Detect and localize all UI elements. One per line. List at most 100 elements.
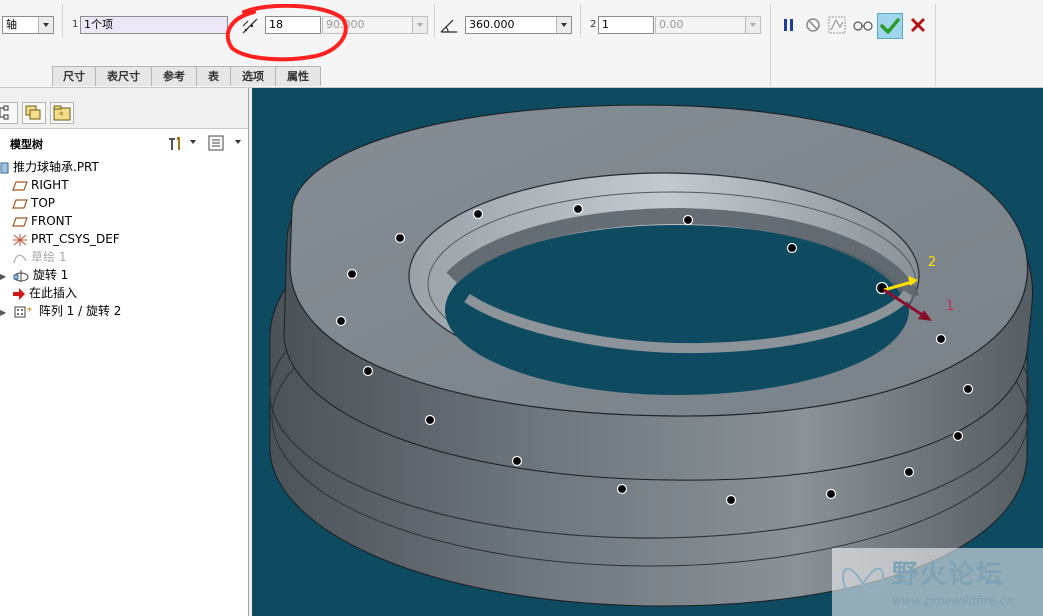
tree-item-right[interactable]: RIGHT: [12, 176, 69, 194]
bearing-model: 2 1: [269, 104, 1033, 607]
close-icon: [910, 17, 926, 33]
part-icon: [0, 162, 9, 173]
expand-arrow-icon[interactable]: ▶: [0, 304, 8, 322]
chevron-down-icon[interactable]: [38, 17, 53, 33]
pattern-dashboard: 轴 1 1个项 18 90.000 360.000 2 1 0.00 尺寸 表尺…: [0, 0, 1043, 88]
svg-text:*: *: [27, 306, 32, 317]
watermark-url: www.proewildfire.cn: [892, 594, 1014, 608]
navigator-panel: * 模型树 推力球轴承.PRT RIGHT TOP FRONT PRT_CSYS…: [0, 88, 249, 616]
pause-icon: [784, 19, 793, 31]
chevron-down-icon[interactable]: [556, 17, 571, 33]
separator: [62, 4, 63, 38]
chevron-down-icon[interactable]: [412, 17, 427, 33]
folder-browser-tab[interactable]: [22, 102, 46, 124]
tree-item-top[interactable]: TOP: [12, 194, 55, 212]
glasses-icon: [853, 21, 873, 31]
chevron-down-icon[interactable]: [235, 140, 241, 144]
tree-item-label: 旋转 1: [32, 268, 69, 282]
geometry-preview-icon: [828, 16, 846, 34]
cancel-button[interactable]: [908, 15, 928, 35]
pattern-point[interactable]: [952, 430, 964, 442]
tab-properties[interactable]: 属性: [275, 66, 321, 86]
direction-1-label: 1: [946, 299, 954, 314]
datum-plane-icon: [12, 180, 28, 191]
tree-item-insert-here[interactable]: 在此插入: [12, 284, 77, 302]
pattern-type-value: 轴: [6, 18, 17, 31]
checkmark-icon: [880, 18, 900, 34]
geometry-preview-button[interactable]: [827, 15, 847, 35]
datum-plane-icon: [12, 216, 28, 227]
pattern-point[interactable]: [394, 232, 406, 244]
verify-preview-button[interactable]: [851, 15, 875, 35]
pattern-icon: *: [14, 306, 32, 317]
second-direction-spacing-select[interactable]: 0.00: [655, 16, 761, 34]
tree-item-label: PRT_CSYS_DEF: [31, 232, 120, 246]
pattern-point[interactable]: [825, 488, 837, 500]
pattern-point[interactable]: [682, 214, 694, 226]
tree-icon: [0, 105, 9, 120]
pattern-point[interactable]: [935, 333, 947, 345]
watermark-title: 野火论坛: [892, 560, 1005, 590]
tree-item-part[interactable]: 推力球轴承.PRT: [0, 158, 99, 176]
pattern-point[interactable]: [725, 494, 737, 506]
pattern-point[interactable]: [472, 208, 484, 220]
tree-item-label: 草绘 1: [31, 250, 67, 264]
angle-extent-icon: [438, 16, 460, 36]
red-highlight-circle: [225, 4, 348, 62]
no-preview-button[interactable]: [803, 15, 823, 35]
pattern-point[interactable]: [335, 315, 347, 327]
tree-item-label: TOP: [31, 196, 56, 210]
expand-arrow-icon[interactable]: ▶: [0, 268, 8, 286]
show-options-button[interactable]: [207, 134, 225, 152]
axis-reference-collector[interactable]: 1个项: [80, 16, 228, 34]
navigator-tabs: *: [0, 88, 248, 129]
pattern-point[interactable]: [362, 365, 374, 377]
dashboard-tabs: 尺寸 表尺寸 参考 表 选项 属性: [52, 66, 321, 86]
tree-item-label: 推力球轴承.PRT: [13, 160, 99, 174]
tree-item-label: 在此插入: [29, 286, 78, 300]
upper-washer: [283, 104, 1033, 481]
sketch-icon: [13, 254, 27, 263]
tab-references[interactable]: 参考: [151, 66, 197, 86]
pattern-type-select[interactable]: 轴: [2, 16, 54, 34]
tree-item-sketch[interactable]: 草绘 1: [12, 248, 66, 266]
insert-here-arrow-icon: [13, 287, 25, 300]
separator: [935, 4, 936, 86]
tree-item-pattern[interactable]: ▶ * 阵列 1 / 旋转 2: [0, 302, 121, 320]
tree-item-revolve-1[interactable]: ▶ 旋转 1: [0, 266, 68, 284]
favorites-folder-icon: *: [53, 105, 71, 121]
direction-2-label: 2: [928, 255, 936, 270]
model-tree-tab[interactable]: [0, 102, 18, 124]
favorites-tab[interactable]: *: [50, 102, 74, 124]
pattern-point[interactable]: [616, 483, 628, 495]
angle-extent-select[interactable]: 360.000: [465, 16, 572, 34]
pattern-point[interactable]: [962, 383, 974, 395]
ok-button[interactable]: [877, 13, 903, 39]
chevron-down-icon[interactable]: [745, 17, 760, 33]
pause-button[interactable]: [779, 15, 799, 35]
tab-table[interactable]: 表: [196, 66, 231, 86]
tab-options[interactable]: 选项: [230, 66, 276, 86]
tree-item-csys[interactable]: PRT_CSYS_DEF: [12, 230, 120, 248]
butterfly-logo-icon: [842, 568, 884, 594]
tree-item-front[interactable]: FRONT: [12, 212, 72, 230]
second-direction-spacing-value: 0.00: [659, 18, 684, 31]
pattern-point[interactable]: [346, 268, 358, 280]
pattern-point[interactable]: [903, 466, 915, 478]
second-direction-count-input[interactable]: 1: [598, 16, 654, 34]
tab-dimensions[interactable]: 尺寸: [52, 66, 96, 86]
separator: [770, 4, 771, 86]
datum-plane-icon: [12, 198, 28, 209]
pattern-point[interactable]: [786, 242, 798, 254]
chevron-down-icon[interactable]: [190, 140, 196, 144]
settings-tools-button[interactable]: [166, 134, 184, 152]
pattern-point[interactable]: [572, 203, 584, 215]
graphics-window[interactable]: 2 1: [252, 88, 1043, 616]
separator: [580, 4, 581, 38]
axis-collector-number: 1: [72, 19, 79, 30]
no-preview-icon: [806, 18, 820, 32]
pattern-point[interactable]: [511, 455, 523, 467]
tree-item-label: 阵列 1 / 旋转 2: [38, 304, 122, 318]
tab-table-dimensions[interactable]: 表尺寸: [95, 66, 152, 86]
pattern-point[interactable]: [424, 414, 436, 426]
